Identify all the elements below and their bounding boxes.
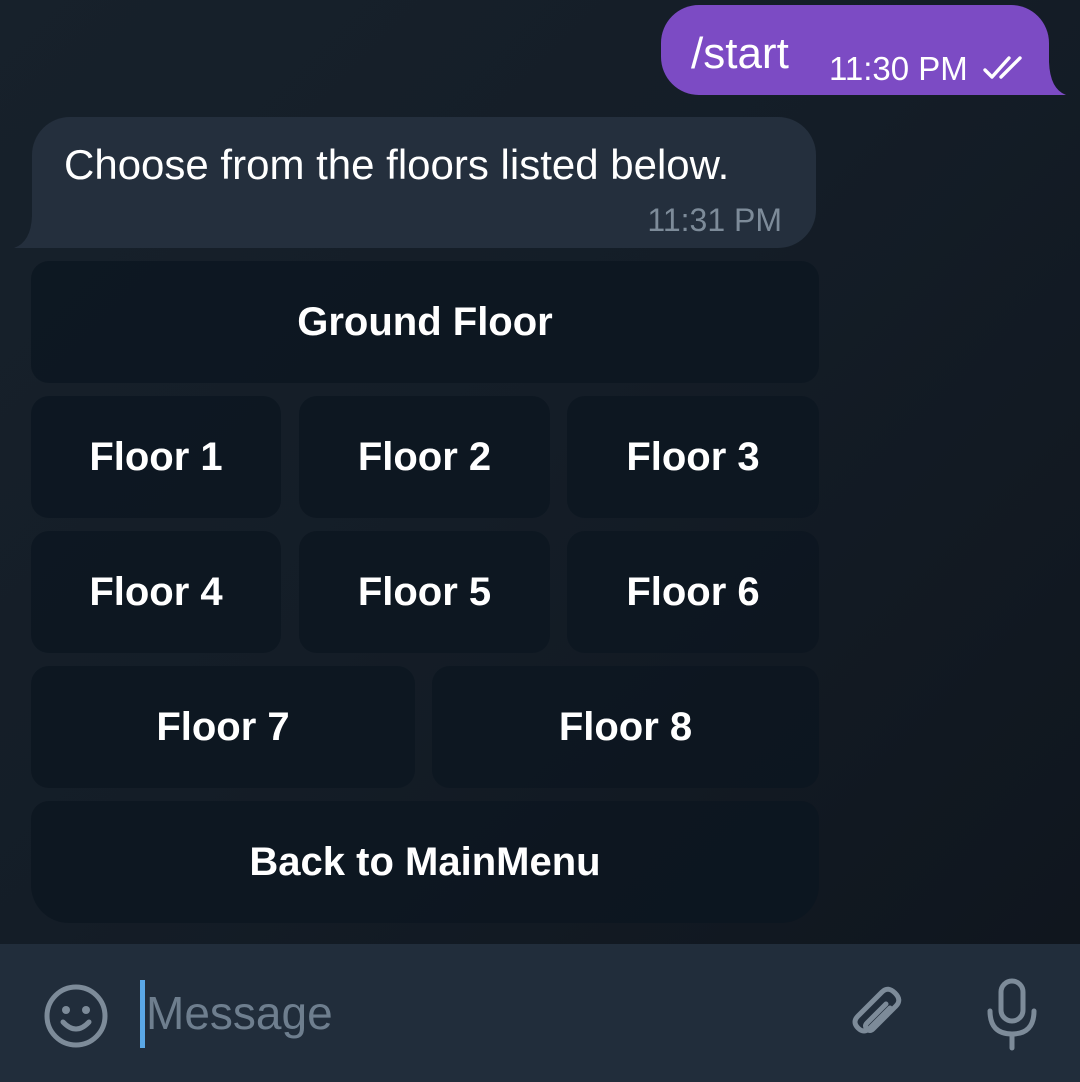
floor-6-button[interactable]: Floor 6 <box>567 531 819 653</box>
message-input[interactable] <box>146 978 806 1048</box>
incoming-message-bubble[interactable]: Choose from the floors listed below. 11:… <box>32 117 816 248</box>
incoming-message-time: 11:31 PM <box>647 202 782 238</box>
incoming-message-text: Choose from the floors listed below. <box>64 141 730 188</box>
double-check-icon <box>981 53 1031 83</box>
outgoing-message-text: /start <box>691 29 789 78</box>
chat-area[interactable]: /start 11:30 PM Choose from the floors l… <box>0 0 1080 944</box>
floor-2-button[interactable]: Floor 2 <box>299 396 550 518</box>
floor-4-button[interactable]: Floor 4 <box>31 531 281 653</box>
floor-3-button[interactable]: Floor 3 <box>567 396 819 518</box>
floor-1-button[interactable]: Floor 1 <box>31 396 281 518</box>
incoming-bubble-tail <box>14 216 38 248</box>
emoji-icon[interactable] <box>42 982 110 1050</box>
outgoing-message-bubble[interactable]: /start 11:30 PM <box>661 5 1049 95</box>
floor-8-button[interactable]: Floor 8 <box>432 666 819 788</box>
text-cursor <box>140 980 145 1048</box>
paperclip-icon[interactable] <box>846 984 910 1048</box>
outgoing-message-time: 11:30 PM <box>829 50 968 87</box>
back-to-main-menu-button[interactable]: Back to MainMenu <box>31 801 819 923</box>
floor-7-button[interactable]: Floor 7 <box>31 666 415 788</box>
message-composer <box>0 944 1080 1082</box>
floor-5-button[interactable]: Floor 5 <box>299 531 550 653</box>
outgoing-bubble-tail <box>1040 62 1066 95</box>
microphone-icon[interactable] <box>982 978 1042 1052</box>
ground-floor-button[interactable]: Ground Floor <box>31 261 819 383</box>
